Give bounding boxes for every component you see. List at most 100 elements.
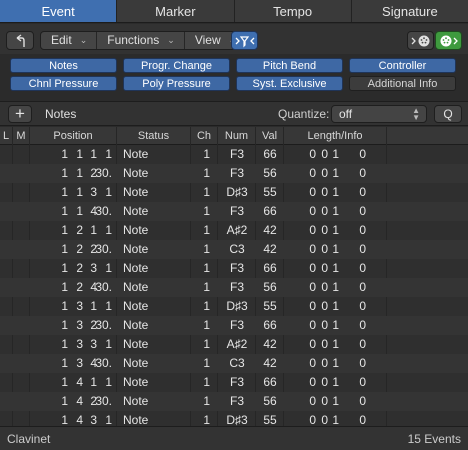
position-bar[interactable]: 1	[58, 354, 68, 373]
length-bar[interactable]: 0	[306, 278, 316, 297]
position-tick[interactable]: 1	[92, 183, 112, 202]
status-cell[interactable]: Note	[123, 259, 183, 278]
status-cell[interactable]: Note	[123, 316, 183, 335]
length-tick[interactable]: 0	[352, 297, 366, 316]
velocity-cell[interactable]: 66	[257, 316, 283, 335]
length-bar[interactable]: 0	[306, 373, 316, 392]
table-row[interactable]: 1 4 3 1 Note 1 D♯3 55 0 0 1 0	[0, 411, 468, 426]
tab-event[interactable]: Event	[0, 0, 118, 22]
status-cell[interactable]: Note	[123, 335, 183, 354]
length-bar[interactable]: 0	[306, 145, 316, 164]
position-beat[interactable]: 4	[73, 392, 83, 411]
velocity-cell[interactable]: 66	[257, 202, 283, 221]
channel-cell[interactable]: 1	[196, 259, 210, 278]
length-bar[interactable]: 0	[306, 297, 316, 316]
note-number-cell[interactable]: A♯2	[222, 335, 252, 354]
length-beat[interactable]: 0	[318, 354, 328, 373]
length-division[interactable]: 1	[329, 278, 339, 297]
midi-out-button[interactable]	[407, 31, 434, 50]
length-tick[interactable]: 0	[352, 278, 366, 297]
note-number-cell[interactable]: F3	[222, 373, 252, 392]
status-cell[interactable]: Note	[123, 297, 183, 316]
length-tick[interactable]: 0	[352, 316, 366, 335]
note-number-cell[interactable]: D♯3	[222, 411, 252, 426]
length-division[interactable]: 1	[329, 183, 339, 202]
channel-cell[interactable]: 1	[196, 354, 210, 373]
position-beat[interactable]: 3	[73, 354, 83, 373]
length-bar[interactable]: 0	[306, 240, 316, 259]
status-cell[interactable]: Note	[123, 145, 183, 164]
length-beat[interactable]: 0	[318, 221, 328, 240]
note-number-cell[interactable]: F3	[222, 202, 252, 221]
column-header-ch[interactable]: Ch	[191, 127, 218, 145]
position-tick[interactable]: 1	[92, 297, 112, 316]
filter-program-change-button[interactable]: Progr. Change	[123, 58, 230, 73]
add-event-button[interactable]: +	[8, 105, 32, 123]
length-beat[interactable]: 0	[318, 145, 328, 164]
table-row[interactable]: 1 3 1 1 Note 1 D♯3 55 0 0 1 0	[0, 297, 468, 316]
length-division[interactable]: 1	[329, 354, 339, 373]
position-bar[interactable]: 1	[58, 411, 68, 426]
table-row[interactable]: 1 3 3 1 Note 1 A♯2 42 0 0 1 0	[0, 335, 468, 354]
channel-cell[interactable]: 1	[196, 297, 210, 316]
channel-cell[interactable]: 1	[196, 183, 210, 202]
position-tick[interactable]: 1	[92, 335, 112, 354]
length-bar[interactable]: 0	[306, 221, 316, 240]
length-beat[interactable]: 0	[318, 392, 328, 411]
column-header-num[interactable]: Num	[218, 127, 256, 145]
column-header-m[interactable]: M	[13, 127, 30, 145]
position-bar[interactable]: 1	[58, 145, 68, 164]
position-bar[interactable]: 1	[58, 202, 68, 221]
length-beat[interactable]: 0	[318, 183, 328, 202]
length-division[interactable]: 1	[329, 145, 339, 164]
length-tick[interactable]: 0	[352, 221, 366, 240]
length-bar[interactable]: 0	[306, 392, 316, 411]
length-beat[interactable]: 0	[318, 316, 328, 335]
position-beat[interactable]: 4	[73, 411, 83, 426]
position-tick[interactable]: 1	[92, 145, 112, 164]
position-bar[interactable]: 1	[58, 183, 68, 202]
position-bar[interactable]: 1	[58, 278, 68, 297]
position-bar[interactable]: 1	[58, 259, 68, 278]
length-division[interactable]: 1	[329, 373, 339, 392]
length-tick[interactable]: 0	[352, 145, 366, 164]
filter-controller-button[interactable]: Controller	[349, 58, 456, 73]
length-bar[interactable]: 0	[306, 164, 316, 183]
channel-cell[interactable]: 1	[196, 278, 210, 297]
table-row[interactable]: 1 3 2 30. Note 1 F3 66 0 0 1 0	[0, 316, 468, 335]
position-beat[interactable]: 1	[73, 164, 83, 183]
note-number-cell[interactable]: F3	[222, 259, 252, 278]
velocity-cell[interactable]: 56	[257, 278, 283, 297]
velocity-cell[interactable]: 66	[257, 259, 283, 278]
velocity-cell[interactable]: 66	[257, 373, 283, 392]
note-number-cell[interactable]: A♯2	[222, 221, 252, 240]
filter-channel-pressure-button[interactable]: Chnl Pressure	[10, 76, 117, 91]
filter-additional-info-button[interactable]: Additional Info	[349, 76, 456, 91]
length-tick[interactable]: 0	[352, 354, 366, 373]
length-tick[interactable]: 0	[352, 392, 366, 411]
position-tick[interactable]: 30.	[92, 278, 112, 297]
status-cell[interactable]: Note	[123, 202, 183, 221]
position-tick[interactable]: 1	[92, 259, 112, 278]
status-cell[interactable]: Note	[123, 354, 183, 373]
note-number-cell[interactable]: F3	[222, 278, 252, 297]
channel-cell[interactable]: 1	[196, 202, 210, 221]
length-division[interactable]: 1	[329, 335, 339, 354]
length-beat[interactable]: 0	[318, 164, 328, 183]
position-tick[interactable]: 30.	[92, 164, 112, 183]
position-tick[interactable]: 1	[92, 411, 112, 426]
position-bar[interactable]: 1	[58, 297, 68, 316]
channel-cell[interactable]: 1	[196, 316, 210, 335]
note-number-cell[interactable]: D♯3	[222, 183, 252, 202]
position-tick[interactable]: 30.	[92, 240, 112, 259]
length-beat[interactable]: 0	[318, 240, 328, 259]
length-division[interactable]: 1	[329, 240, 339, 259]
position-tick[interactable]: 30.	[92, 316, 112, 335]
length-beat[interactable]: 0	[318, 335, 328, 354]
length-bar[interactable]: 0	[306, 316, 316, 335]
table-row[interactable]: 1 1 2 30. Note 1 F3 56 0 0 1 0	[0, 164, 468, 183]
length-beat[interactable]: 0	[318, 202, 328, 221]
filter-notes-button[interactable]: Notes	[10, 58, 117, 73]
position-bar[interactable]: 1	[58, 240, 68, 259]
column-header-l[interactable]: L	[0, 127, 13, 145]
